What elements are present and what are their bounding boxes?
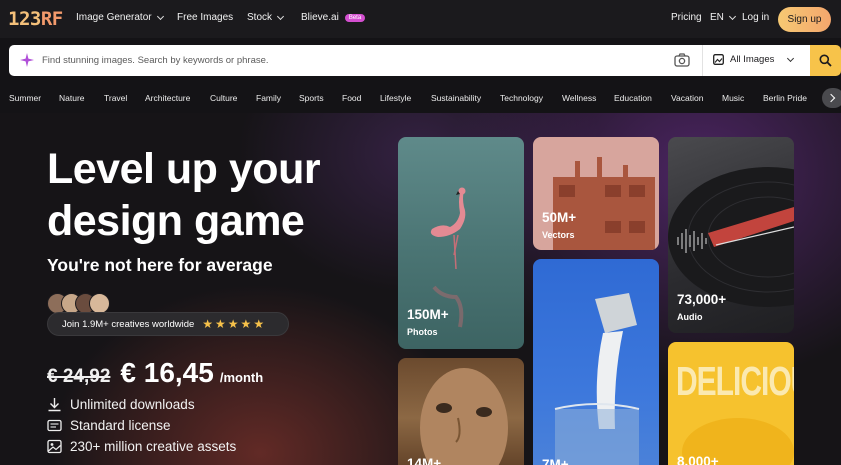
- vectors-count: 50M+: [542, 210, 577, 225]
- login-link[interactable]: Log in: [742, 12, 769, 23]
- search-icon: [819, 54, 832, 67]
- divider: [702, 45, 703, 76]
- category-bar: Summer Nature Travel Architecture Cultur…: [0, 86, 841, 112]
- hero-section: Level up your design game You're not her…: [0, 113, 841, 465]
- nav-blieve[interactable]: Blieve.ai Beta: [301, 12, 366, 23]
- vectors-label: Vectors: [542, 230, 575, 240]
- chevron-down-icon: [276, 12, 285, 20]
- category-item[interactable]: Sustainability: [431, 93, 481, 103]
- ai-sparkle-icon: [20, 53, 34, 67]
- category-item[interactable]: Technology: [500, 93, 543, 103]
- old-price: € 24,92: [47, 366, 111, 387]
- category-item[interactable]: Nature: [59, 93, 85, 103]
- price: € 24,92 € 16,45 /month: [47, 357, 263, 389]
- photos-label: Photos: [407, 327, 438, 337]
- category-item[interactable]: Travel: [104, 93, 127, 103]
- photos-card[interactable]: 150M+ Photos: [398, 137, 524, 349]
- chevron-right-icon: [826, 93, 836, 103]
- category-item[interactable]: Summer: [9, 93, 41, 103]
- portrait-card[interactable]: 14M+: [398, 358, 524, 465]
- category-item[interactable]: Sports: [299, 93, 324, 103]
- category-item[interactable]: Family: [256, 93, 281, 103]
- image-type-dropdown[interactable]: All Images: [713, 54, 795, 65]
- milk-pour-image: [554, 293, 640, 465]
- hero-headline: Level up your design game: [47, 145, 321, 245]
- nav-free-images[interactable]: Free Images: [177, 12, 233, 23]
- price-period: /month: [219, 370, 264, 385]
- rating-stars: ★★★★★: [202, 317, 267, 331]
- search-button[interactable]: [810, 45, 841, 76]
- category-scroll-right-button[interactable]: [822, 88, 841, 108]
- chevron-down-icon: [787, 54, 795, 62]
- new-price: € 16,45: [120, 357, 214, 388]
- camera-search-icon[interactable]: [674, 53, 690, 67]
- milk-count: 7M+: [542, 457, 569, 465]
- category-item[interactable]: Wellness: [562, 93, 596, 103]
- lemon-illustration: [682, 418, 794, 465]
- avatar: [89, 293, 110, 314]
- download-icon: [48, 398, 61, 412]
- portrait-image: [420, 368, 508, 465]
- category-item[interactable]: Culture: [210, 93, 237, 103]
- feature-creative-assets: 230+ million creative assets: [47, 439, 236, 454]
- vectors-card[interactable]: 50M+ Vectors: [533, 137, 659, 250]
- signup-button[interactable]: Sign up: [778, 7, 831, 32]
- social-proof-pill: Join 1.9M+ creatives worldwide ★★★★★: [47, 312, 289, 336]
- chevron-down-icon: [156, 12, 164, 20]
- delicious-count: 8,000+: [677, 454, 719, 465]
- image-type-icon: [713, 54, 724, 65]
- beta-badge: Beta: [344, 13, 366, 22]
- category-item[interactable]: Lifestyle: [380, 93, 411, 103]
- category-item[interactable]: Food: [342, 93, 361, 103]
- search-bar: All Images: [9, 45, 841, 76]
- category-item[interactable]: Berlin Pride: [763, 93, 807, 103]
- audio-card[interactable]: 73,000+ Audio: [668, 137, 794, 333]
- portrait-count: 14M+: [407, 456, 442, 465]
- audio-label: Audio: [677, 312, 703, 322]
- feature-unlimited-downloads: Unlimited downloads: [47, 397, 195, 412]
- feature-standard-license: Standard license: [47, 418, 171, 433]
- nav-image-generator[interactable]: Image Generator: [76, 12, 164, 23]
- search-input[interactable]: [42, 50, 662, 71]
- chevron-down-icon: [728, 12, 736, 20]
- category-item[interactable]: Education: [614, 93, 652, 103]
- audio-count: 73,000+: [677, 292, 727, 307]
- top-navigation-bar: 123RF Image Generator Free Images Stock …: [0, 0, 841, 38]
- milk-card[interactable]: 7M+: [533, 259, 659, 465]
- delicious-card[interactable]: DELICIOUS 8,000+: [668, 342, 794, 465]
- logo[interactable]: 123RF: [8, 9, 63, 29]
- nav-stock[interactable]: Stock: [247, 12, 285, 23]
- license-icon: [47, 419, 62, 432]
- category-item[interactable]: Vacation: [671, 93, 703, 103]
- language-selector[interactable]: EN: [710, 12, 736, 23]
- category-item[interactable]: Architecture: [145, 93, 190, 103]
- hero-subheadline: You're not here for average: [47, 255, 273, 275]
- category-item[interactable]: Music: [722, 93, 744, 103]
- photos-count: 150M+: [407, 307, 449, 322]
- image-icon: [47, 439, 62, 454]
- nav-pricing[interactable]: Pricing: [671, 12, 702, 23]
